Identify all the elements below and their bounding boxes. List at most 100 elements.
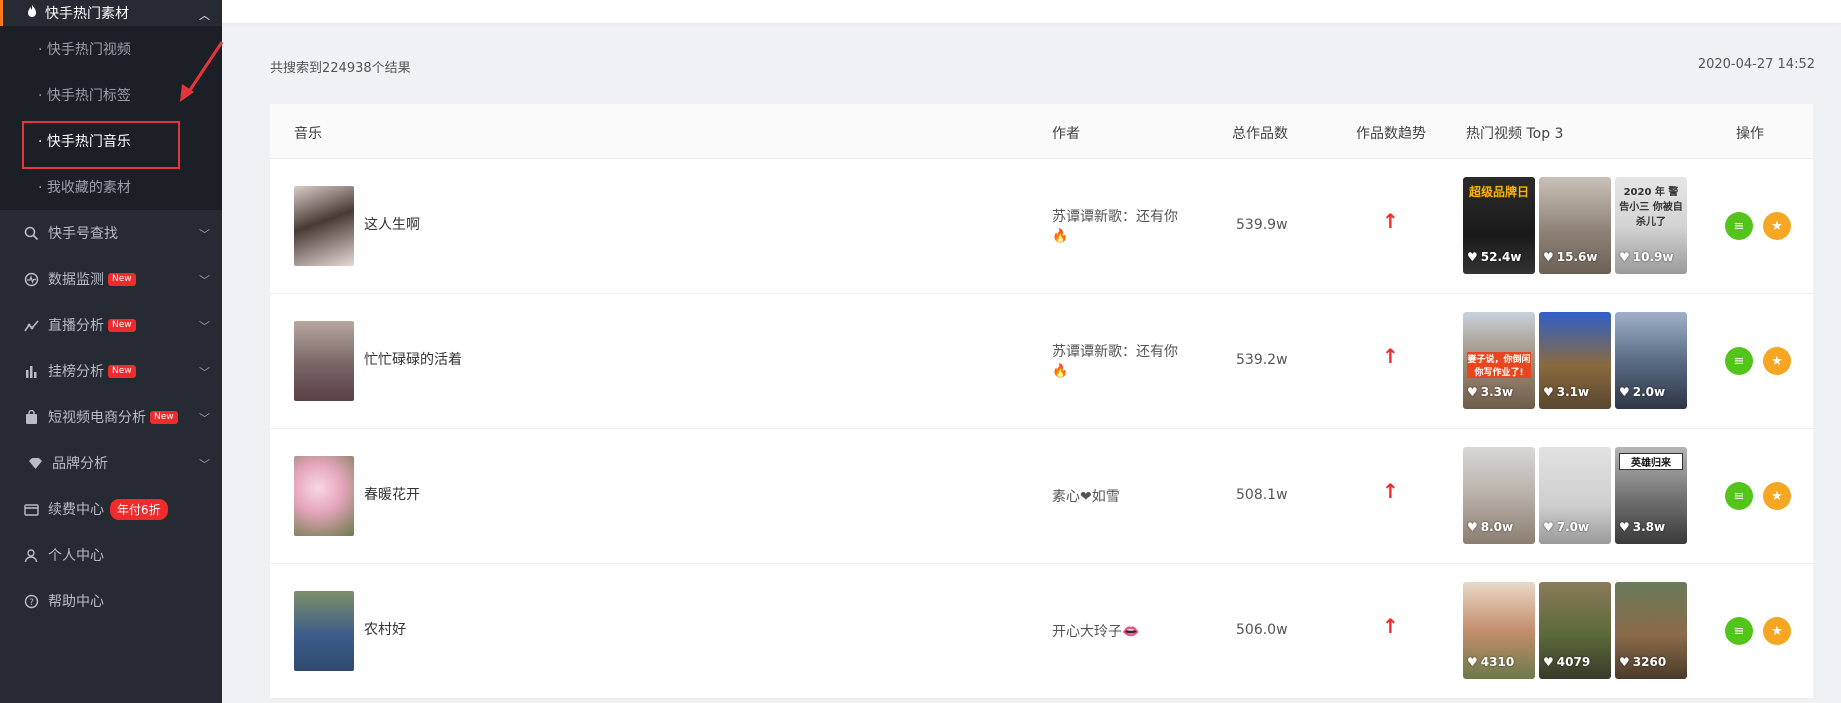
video-thumbnail[interactable]: 妻子说，你倒闲 你写作业了! ♥ 3.3w: [1463, 312, 1535, 409]
sidebar-item-rank-analysis[interactable]: 挂榜分析 New ﹀: [0, 348, 222, 394]
star-icon: ★: [1771, 623, 1783, 639]
annotation-arrow-icon: [180, 41, 224, 102]
author-name: 苏谭谭新歌：还有你: [1052, 209, 1178, 225]
likes-count: 2.0w: [1632, 385, 1666, 399]
music-cover[interactable]: [294, 591, 354, 671]
sidebar-item-brand-analysis[interactable]: 品牌分析 ﹀: [0, 440, 222, 486]
sidebar-item-live-analysis[interactable]: 直播分析 New ﹀: [0, 302, 222, 348]
sidebar-item-hot-music[interactable]: · 快手热门音乐: [0, 118, 222, 169]
music-title[interactable]: 忙忙碌碌的活着: [364, 349, 462, 369]
fire-emoji-icon: 🔥: [1052, 229, 1069, 244]
sidebar-item-label: · 快手热门视频: [38, 42, 131, 58]
detail-button[interactable]: ≡: [1725, 212, 1753, 240]
table-row: 忙忙碌碌的活着 苏谭谭新歌：还有你 🔥 539.2w ↑ 妻子说，你倒闲 你写作业…: [270, 294, 1813, 429]
music-author[interactable]: 苏谭谭新歌：还有你 🔥: [1052, 207, 1192, 247]
total-works: 508.1w: [1236, 487, 1288, 503]
video-thumbnail[interactable]: 超级品牌日 ♥ 52.4w: [1463, 177, 1535, 274]
header-top3: 热门视频 Top 3: [1466, 126, 1564, 142]
music-author[interactable]: 素心❤如雪: [1052, 487, 1192, 507]
likes-count: 7.0w: [1556, 520, 1590, 534]
likes-count: 15.6w: [1556, 250, 1598, 264]
likes-count: 4079: [1556, 655, 1591, 669]
likes-count: 3.1w: [1556, 385, 1590, 399]
music-cover[interactable]: [294, 321, 354, 401]
trend-up-icon: ↑: [1382, 614, 1399, 638]
star-icon: ★: [1771, 488, 1783, 504]
author-name: 苏谭谭新歌：还有你: [1052, 344, 1178, 360]
music-title[interactable]: 这人生啊: [364, 214, 420, 234]
detail-button[interactable]: ≡: [1725, 347, 1753, 375]
sidebar-item-label: 续费中心: [48, 502, 104, 518]
video-thumbnail[interactable]: 2020 年 警告小三 你被自杀儿了 ♥ 10.9w: [1615, 177, 1687, 274]
list-icon: ≡: [1733, 623, 1745, 639]
sidebar-item-label: 品牌分析: [52, 456, 108, 472]
sidebar-item-label: · 我收藏的素材: [38, 180, 131, 196]
video-likes: ♥ 3260: [1619, 655, 1666, 669]
music-author[interactable]: 苏谭谭新歌：还有你 🔥: [1052, 342, 1192, 382]
top-videos: ♥ 4310 ♥ 4079 ♥ 3260: [1463, 582, 1687, 679]
total-works: 539.9w: [1236, 217, 1288, 233]
favorite-button[interactable]: ★: [1763, 212, 1791, 240]
music-cover[interactable]: [294, 186, 354, 266]
video-thumbnail[interactable]: ♥ 3260: [1615, 582, 1687, 679]
fire-icon: [25, 4, 39, 22]
favorite-button[interactable]: ★: [1763, 347, 1791, 375]
video-thumbnail[interactable]: ♥ 4079: [1539, 582, 1611, 679]
top-bar: [222, 0, 1841, 23]
chevron-down-icon: ﹀: [199, 274, 210, 287]
svg-text:?: ?: [29, 598, 34, 608]
video-thumbnail[interactable]: 英雄归来 ♥ 3.8w: [1615, 447, 1687, 544]
heart-icon: ♥: [1467, 655, 1478, 669]
video-likes: ♥ 3.1w: [1543, 385, 1589, 399]
header-author: 作者: [1052, 126, 1080, 142]
sidebar-item-label: 直播分析: [48, 318, 104, 334]
chevron-down-icon: ﹀: [199, 412, 210, 425]
music-title[interactable]: 春暖花开: [364, 484, 420, 504]
sidebar-item-ecommerce-analysis[interactable]: 短视频电商分析 New ﹀: [0, 394, 222, 440]
likes-count: 3.8w: [1632, 520, 1666, 534]
fire-emoji-icon: 🔥: [1052, 364, 1069, 379]
video-thumbnail[interactable]: ♥ 4310: [1463, 582, 1535, 679]
lips-emoji-icon: 👄: [1122, 624, 1140, 640]
sidebar-section-hot-material[interactable]: 快手热门素材 ︿: [0, 0, 222, 26]
list-icon: ≡: [1733, 218, 1745, 234]
favorite-button[interactable]: ★: [1763, 617, 1791, 645]
sidebar-item-renewal[interactable]: 续费中心 年付6折: [0, 486, 222, 532]
video-thumbnail[interactable]: ♥ 8.0w: [1463, 447, 1535, 544]
sidebar-item-label: · 快手热门标签: [38, 88, 131, 104]
video-thumbnail[interactable]: ♥ 15.6w: [1539, 177, 1611, 274]
line-chart-icon: [22, 316, 40, 334]
music-title[interactable]: 农村好: [364, 619, 406, 639]
music-table: 音乐 作者 总作品数 作品数趋势 热门视频 Top 3 操作 这人生啊 苏谭谭新…: [270, 104, 1813, 699]
row-actions: ≡ ★: [1725, 482, 1791, 510]
video-thumbnail[interactable]: ♥ 2.0w: [1615, 312, 1687, 409]
total-works: 506.0w: [1236, 622, 1288, 638]
video-caption: 妻子说，你倒闲 你写作业了!: [1467, 352, 1531, 378]
chevron-down-icon: ﹀: [199, 458, 210, 471]
video-thumbnail[interactable]: ♥ 7.0w: [1539, 447, 1611, 544]
favorite-button[interactable]: ★: [1763, 482, 1791, 510]
detail-button[interactable]: ≡: [1725, 482, 1753, 510]
video-likes: ♥ 8.0w: [1467, 520, 1513, 534]
header-music: 音乐: [294, 126, 322, 142]
sidebar: 快手热门素材 ︿ · 快手热门视频 · 快手热门标签 · 快手热门音乐 · 我收…: [0, 0, 222, 703]
sidebar-item-label: 挂榜分析: [48, 364, 104, 380]
music-cover[interactable]: [294, 456, 354, 536]
trend-up-icon: ↑: [1382, 479, 1399, 503]
table-header: 音乐 作者 总作品数 作品数趋势 热门视频 Top 3 操作: [270, 104, 1813, 159]
sidebar-item-account-search[interactable]: 快手号查找 ﹀: [0, 210, 222, 256]
discount-badge: 年付6折: [110, 498, 168, 520]
heart-icon: ♥: [1543, 655, 1554, 669]
table-row: 这人生啊 苏谭谭新歌：还有你 🔥 539.9w ↑ 超级品牌日 ♥ 52.4w ♥ 1…: [270, 159, 1813, 294]
video-thumbnail[interactable]: ♥ 3.1w: [1539, 312, 1611, 409]
sidebar-item-profile[interactable]: 个人中心: [0, 532, 222, 578]
update-timestamp: 2020-04-27 14:52: [1697, 57, 1815, 72]
sidebar-item-help[interactable]: ? 帮助中心: [0, 578, 222, 624]
music-author[interactable]: 开心大玲子👄: [1052, 622, 1192, 642]
sidebar-item-label: 数据监测: [48, 272, 104, 288]
detail-button[interactable]: ≡: [1725, 617, 1753, 645]
new-badge: New: [150, 410, 178, 424]
sidebar-item-favorites[interactable]: · 我收藏的素材: [0, 164, 222, 210]
header-ops: 操作: [1736, 126, 1764, 142]
sidebar-item-data-monitor[interactable]: 数据监测 New ﹀: [0, 256, 222, 302]
